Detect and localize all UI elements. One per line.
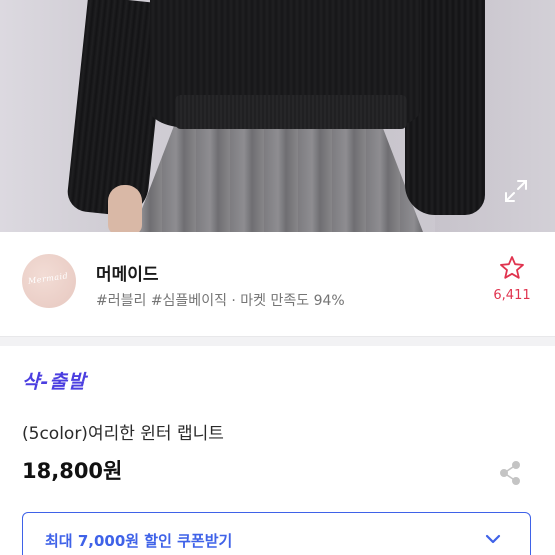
product-title: (5color)여리한 윈터 랩니트 [22,424,224,444]
seller-logo-text: Mermaid [27,271,69,286]
product-price: 18,800원 [22,459,123,483]
product-image[interactable] [0,0,555,232]
seller-tags: #러블리 #심플베이직 · 마켓 만족도 94% [96,293,345,309]
coupon-label: 최대 7,000원 할인 쿠폰받기 [45,532,233,550]
seller-row[interactable]: Mermaid 머메이드 #러블리 #심플베이직 · 마켓 만족도 94% 6,… [0,232,555,336]
seller-name[interactable]: 머메이드 [96,260,159,285]
share-icon[interactable] [496,458,526,488]
chevron-down-icon [485,534,501,544]
favorite-button[interactable]: 6,411 [490,254,534,303]
star-icon [500,256,524,279]
photo-hand [108,185,142,232]
seller-avatar[interactable]: Mermaid [22,254,76,308]
favorite-count: 6,411 [493,288,531,303]
section-divider [0,336,555,346]
photo-sweater-hem [175,95,407,129]
coupon-download-button[interactable]: 최대 7,000원 할인 쿠폰받기 [22,512,531,555]
event-logo: 샥-출발 [22,371,87,393]
expand-icon[interactable] [503,178,529,204]
